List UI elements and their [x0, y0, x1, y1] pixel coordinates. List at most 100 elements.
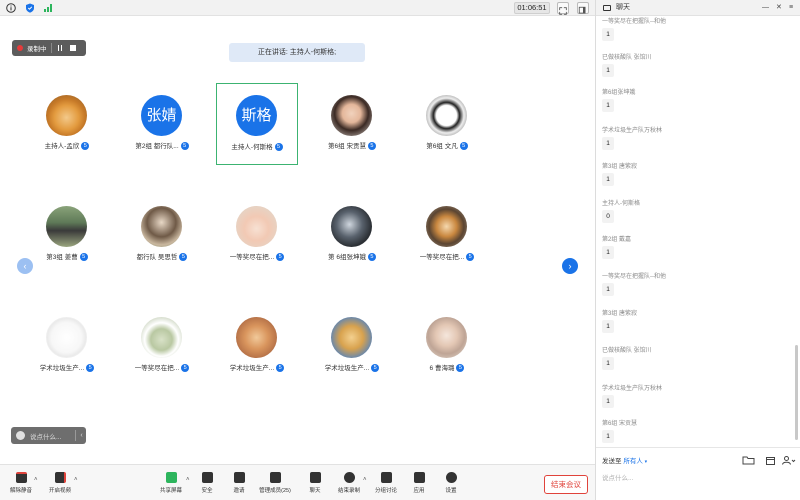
toolbar-label: 分组讨论: [374, 488, 397, 494]
folder-icon[interactable]: [742, 456, 756, 465]
chat-sender-name: 主持人-何斯格: [602, 201, 640, 207]
meeting-timer: 01:06:51: [514, 2, 550, 14]
toolbar-label: 聊天: [309, 488, 321, 494]
toolbar-label: 解除静音: [9, 488, 32, 494]
participant-tile[interactable]: 学术垃圾生产... 5: [26, 305, 108, 387]
participant-name: 6 曹海璐 5: [396, 362, 498, 373]
fullscreen-icon[interactable]: [557, 2, 569, 15]
bottom-toolbar: 解除静音 开启视频 共享屏幕 安全 邀请 管理成员(25) 聊天 结束录制 分组讨论 应用 设置 ˄…: [0, 464, 595, 500]
stop-icon[interactable]: [70, 45, 76, 51]
calendar-icon[interactable]: [766, 456, 775, 465]
send-to-selector[interactable]: 发送至 所有人 ▾: [602, 455, 647, 465]
participant-tile[interactable]: 学术垃圾生产... 5: [216, 305, 298, 387]
toolbar-label: 共享屏幕: [159, 488, 182, 494]
chat-message-bubble: 1: [602, 283, 614, 296]
participant-name: 都行队 吴思哲 5: [111, 251, 213, 262]
share-options-chevron-icon[interactable]: ˄: [186, 477, 190, 483]
share-screen-icon: [165, 472, 177, 483]
participant-name: 第6组 宋贡慧 5: [301, 140, 403, 151]
participant-tile[interactable]: 一等奖尽在把... 5: [121, 305, 203, 387]
chat-sender-name: 一等奖尽在把握队--和他: [602, 19, 666, 25]
participant-tile[interactable]: 主持人-孟欣 5: [26, 83, 108, 165]
avatar: [46, 206, 87, 247]
avatar: [426, 317, 467, 358]
participant-tile[interactable]: 第6组 宋贡慧 5: [311, 83, 393, 165]
participant-tile[interactable]: 第 6组张坤娥 5: [311, 194, 393, 276]
participant-tile[interactable]: 张婧 第2组 都行队... 5: [121, 83, 203, 165]
mic-status-icon: 5: [276, 253, 285, 262]
close-icon[interactable]: ✕: [776, 0, 782, 16]
apps-button[interactable]: 应用: [401, 472, 437, 494]
participant-tile[interactable]: 都行队 吴思哲 5: [121, 194, 203, 276]
settings-button[interactable]: 设置: [433, 472, 469, 494]
user-icon[interactable]: [782, 456, 796, 465]
participant-name: 学术垃圾生产... 5: [206, 362, 308, 373]
share-screen-button[interactable]: 共享屏幕: [153, 472, 189, 494]
emoji-icon[interactable]: [16, 431, 25, 440]
participant-tile[interactable]: 一等奖尽在把... 5: [406, 194, 488, 276]
chat-button[interactable]: 聊天: [297, 472, 333, 494]
video-off-button[interactable]: 开启视频: [42, 472, 78, 494]
participant-tile[interactable]: 第3组 姜曹 5: [26, 194, 108, 276]
record-stop-icon: [343, 472, 355, 483]
mic-status-icon: 5: [367, 253, 376, 262]
mic-off-button[interactable]: 解除静音: [3, 472, 39, 494]
chat-input[interactable]: 说点什么...: [602, 472, 633, 482]
security-button[interactable]: 安全: [189, 472, 225, 494]
avatar: [331, 317, 372, 358]
participant-tile[interactable]: 斯格 主持人-何斯格 5: [216, 83, 298, 165]
avatar: [141, 317, 182, 358]
end-meeting-button[interactable]: 结束会议: [544, 475, 588, 494]
chat-sender-name: 第3组 唐紫寂: [602, 164, 638, 170]
collapse-icon[interactable]: ‹: [80, 432, 82, 439]
avatar: [46, 95, 87, 136]
chat-message-bubble: 1: [602, 395, 614, 408]
info-icon[interactable]: [6, 3, 16, 13]
video-grid-area: 录制中 正在讲话: 主持人-何斯格; ‹ › 主持人-孟欣 5 张婧 第2组 都行队.…: [0, 16, 595, 464]
toolbar-label: 安全: [201, 488, 213, 494]
toolbar-label: 邀请: [233, 488, 245, 494]
participant-name: 第2组 都行队... 5: [111, 140, 213, 151]
recording-dot-icon: [17, 45, 23, 51]
chat-scrollbar[interactable]: [795, 345, 798, 440]
participant-tile[interactable]: 6 曹海璐 5: [406, 305, 488, 387]
chat-sender-name: 一等奖尽在把握队--和他: [602, 274, 666, 280]
chat-message-list[interactable]: 一等奖尽在把握队--和他 1 已做核酸队 张馆川 1 第6组张坤娥 1 学术垃圾生产队万秋林…: [596, 16, 796, 446]
toolbar-label: 应用: [413, 488, 425, 494]
shield-icon[interactable]: [25, 3, 35, 13]
members-button[interactable]: 管理成员(25): [257, 472, 293, 494]
recording-bar: 录制中: [12, 40, 86, 56]
members-icon: [269, 472, 281, 483]
chat-sender-name: 第3组 唐紫寂: [602, 311, 638, 317]
participant-name: 一等奖尽在把... 5: [206, 251, 308, 262]
minimize-icon[interactable]: —: [762, 0, 769, 16]
next-page-button[interactable]: ›: [562, 258, 578, 274]
video-options-chevron-icon[interactable]: ˄: [74, 477, 78, 483]
speaking-indicator: 正在讲话: 主持人-何斯格;: [229, 43, 365, 62]
breakout-button[interactable]: 分组讨论: [368, 472, 404, 494]
record-options-chevron-icon[interactable]: ˄: [363, 477, 367, 483]
chat-sender-name: 第6组张坤娥: [602, 90, 636, 96]
chat-sender-name: 第2组 戴嘉: [602, 237, 632, 243]
participant-tile[interactable]: 学术垃圾生产... 5: [311, 305, 393, 387]
avatar: [46, 317, 87, 358]
chat-message-bubble: 1: [602, 357, 614, 370]
chat-message-bubble: 1: [602, 28, 614, 41]
mic-status-icon: 5: [371, 364, 380, 373]
chevron-down-icon[interactable]: ▾: [645, 459, 648, 465]
quick-chat-bar[interactable]: 说点什么... ‹: [11, 427, 86, 444]
menu-icon[interactable]: ≡: [789, 0, 793, 16]
participant-tile[interactable]: 一等奖尽在把... 5: [216, 194, 298, 276]
participant-name: 学术垃圾生产... 5: [301, 362, 403, 373]
invite-button[interactable]: 邀请: [221, 472, 257, 494]
mic-status-icon: 5: [180, 142, 189, 151]
chat-message-bubble: 1: [602, 173, 614, 186]
send-to-value[interactable]: 所有人: [623, 458, 643, 465]
pause-icon[interactable]: [57, 45, 62, 51]
chat-sender-name: 学术垃圾生产队万秋林: [602, 386, 663, 392]
signal-icon[interactable]: [43, 3, 53, 13]
layout-icon[interactable]: [577, 2, 589, 14]
mic-options-chevron-icon[interactable]: ˄: [34, 477, 38, 483]
participant-tile[interactable]: 第6组 文凡 5: [406, 83, 488, 165]
record-stop-button[interactable]: 结束录制: [331, 472, 367, 494]
